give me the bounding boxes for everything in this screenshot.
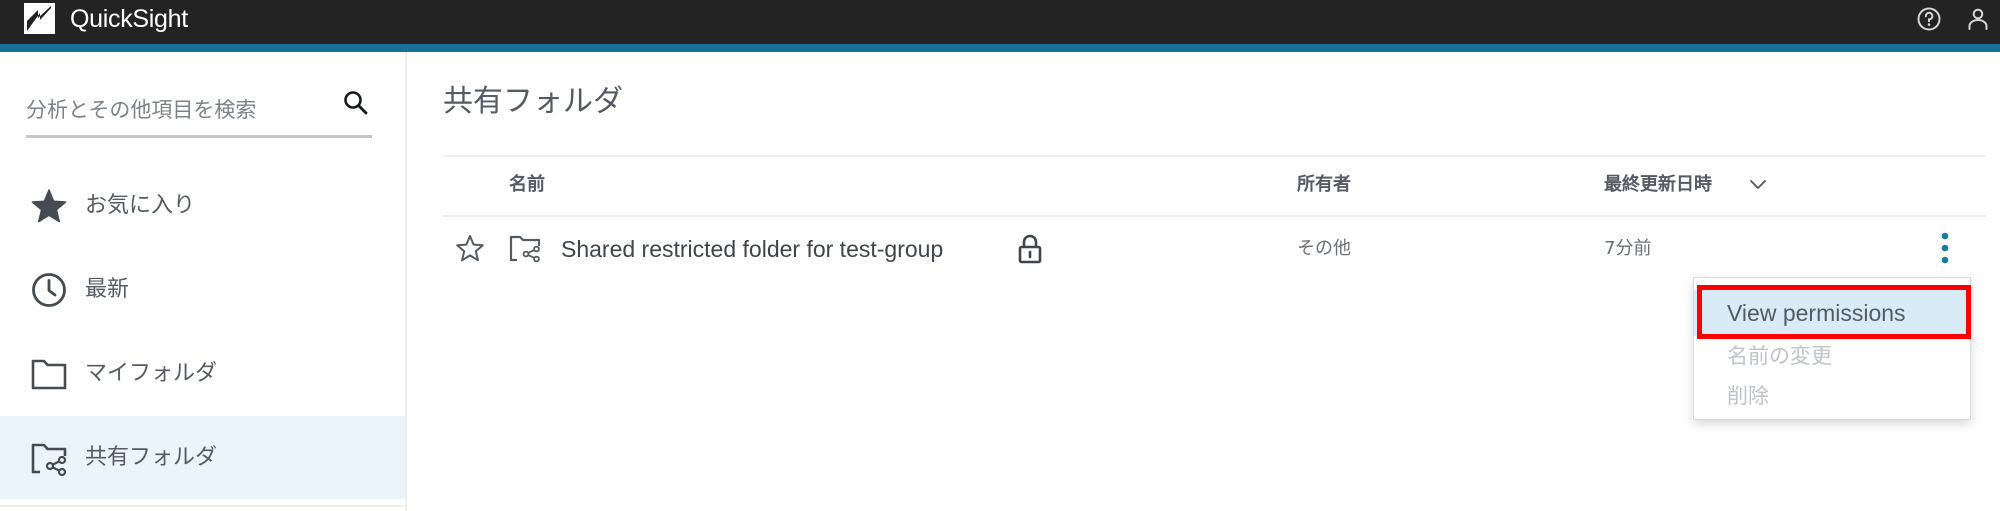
star-outline-icon[interactable]: [455, 233, 485, 263]
column-header-last-modified[interactable]: 最終更新日時: [1604, 171, 1712, 199]
header-accent-bar: [0, 44, 2000, 52]
shared-folder-icon: [509, 235, 541, 262]
menu-item-delete: 削除: [1727, 384, 1769, 408]
kebab-menu-icon[interactable]: [1933, 227, 1957, 271]
sidebar: お気に入り 最新 マイフォルダ 共有フォルダ: [0, 52, 407, 511]
column-header-name[interactable]: 名前: [509, 171, 545, 199]
last-modified-cell: 7分前: [1604, 238, 1652, 259]
chevron-down-icon[interactable]: [1748, 178, 1768, 192]
star-filled-icon: [31, 189, 67, 223]
sidebar-item-label: 共有フォルダ: [85, 445, 218, 470]
lock-icon: [1018, 234, 1042, 264]
sidebar-item-label: マイフォルダ: [85, 361, 218, 386]
sidebar-item-favorites[interactable]: お気に入り: [0, 164, 405, 247]
search-underline: [26, 135, 372, 138]
sidebar-item-label: 最新: [85, 277, 130, 302]
row-actions-menu: View permissions 名前の変更 削除: [1693, 277, 1971, 420]
table-top-divider: [443, 155, 1986, 157]
search-icon[interactable]: [341, 88, 371, 118]
folder-name-link[interactable]: Shared restricted folder for test-group: [561, 217, 943, 281]
user-icon[interactable]: [1965, 6, 1991, 32]
folder-icon: [31, 359, 67, 390]
sidebar-item-recent[interactable]: 最新: [0, 248, 405, 331]
owner-cell: その他: [1297, 238, 1351, 259]
shared-folder-icon: [31, 443, 67, 477]
help-circle-icon[interactable]: [1916, 6, 1942, 32]
column-header-owner[interactable]: 所有者: [1297, 171, 1351, 199]
sidebar-divider: [0, 505, 405, 507]
sidebar-item-shared-folders[interactable]: 共有フォルダ: [0, 416, 405, 499]
clock-icon: [32, 273, 66, 307]
menu-item-rename: 名前の変更: [1727, 344, 1832, 368]
page-title: 共有フォルダ: [443, 84, 623, 119]
sidebar-item-label: お気に入り: [85, 193, 196, 218]
menu-item-view-permissions[interactable]: View permissions: [1694, 290, 1970, 336]
table-row[interactable]: Shared restricted folder for test-group …: [443, 217, 1986, 281]
search-input[interactable]: [26, 90, 326, 130]
quicksight-logo-icon[interactable]: [24, 3, 55, 34]
sidebar-search: [26, 82, 372, 138]
top-navigation-bar: QuickSight: [0, 0, 2000, 44]
sidebar-item-my-folders[interactable]: マイフォルダ: [0, 332, 405, 415]
app-name[interactable]: QuickSight: [70, 4, 188, 34]
